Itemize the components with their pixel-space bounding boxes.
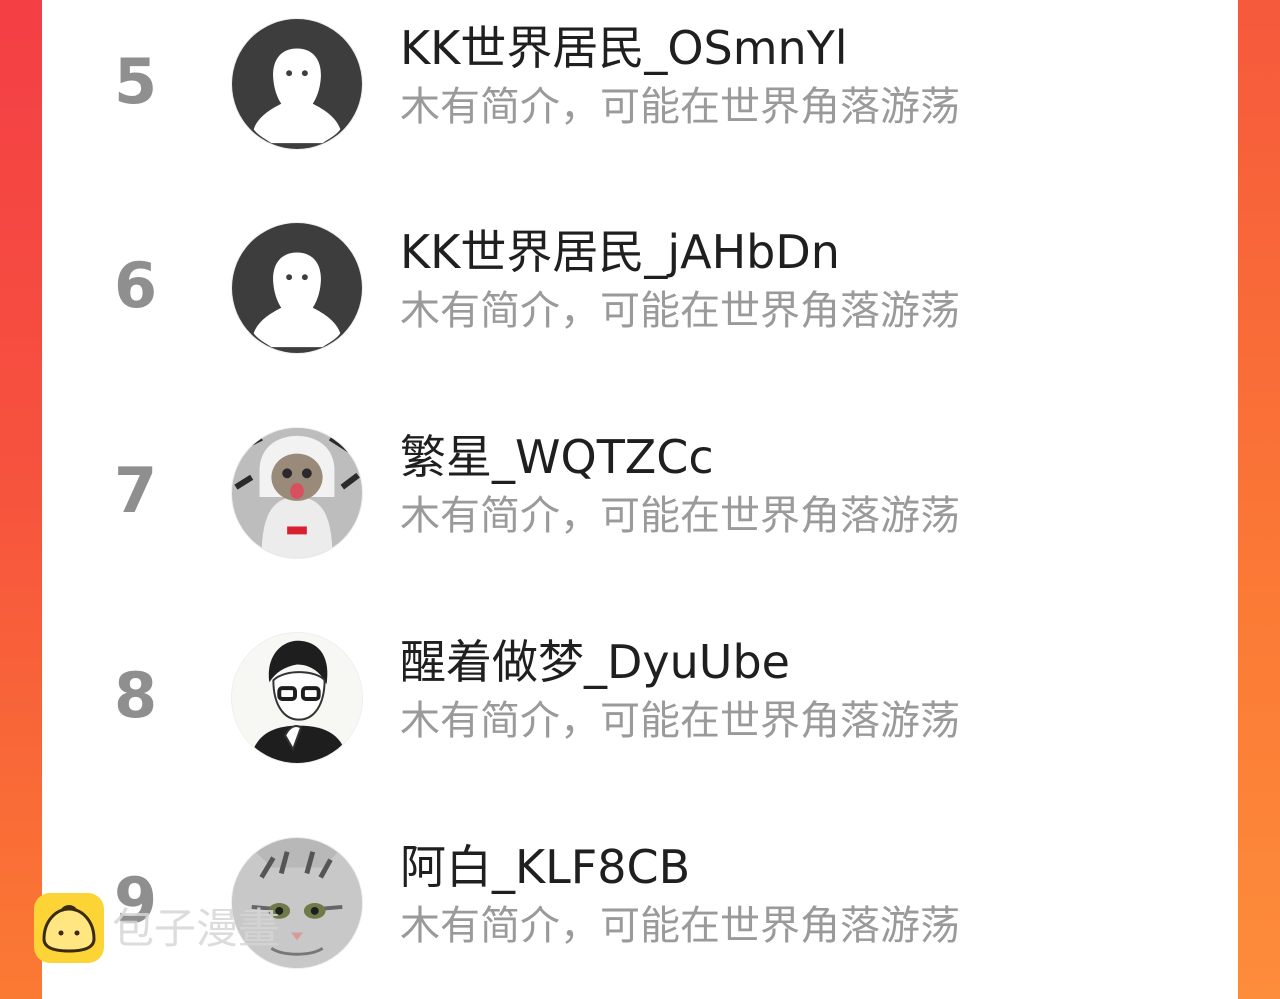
anime-boy-avatar-icon[interactable]: [231, 632, 363, 764]
list-item[interactable]: 7 繁星_WQTZCc 木有简介，可能在世界角落游荡: [42, 411, 1238, 581]
user-bio: 木有简介，可能在世界角落游荡: [400, 288, 960, 334]
list-item[interactable]: 5 KK世界居民_OSmnYl 木有简介，可能在世界角落游荡: [42, 2, 1238, 172]
rank-number: 7: [114, 454, 158, 527]
rank-number: 8: [114, 659, 158, 732]
user-bio: 木有简介，可能在世界角落游荡: [400, 698, 960, 744]
user-name[interactable]: 醒着做梦_DyuUbe: [400, 632, 790, 692]
cat-in-hoodie-avatar-icon[interactable]: [231, 427, 363, 559]
user-name[interactable]: KK世界居民_OSmnYl: [400, 18, 848, 78]
default-avatar-icon[interactable]: [231, 222, 363, 354]
user-bio: 木有简介，可能在世界角落游荡: [400, 903, 960, 949]
list-item[interactable]: 8 醒着做梦_DyuUbe 木有简介，可能在世界角落游荡: [42, 616, 1238, 786]
right-background-strip: [1238, 0, 1280, 999]
default-avatar-icon[interactable]: [231, 18, 363, 150]
ranking-list-panel: 5 KK世界居民_OSmnYl 木有简介，可能在世界角落游荡 6 KK世界居民_…: [42, 0, 1238, 999]
bun-logo-icon: [34, 893, 104, 963]
list-item[interactable]: 6 KK世界居民_jAHbDn 木有简介，可能在世界角落游荡: [42, 206, 1238, 376]
user-bio: 木有简介，可能在世界角落游荡: [400, 84, 960, 130]
rank-number: 5: [114, 45, 158, 118]
user-bio: 木有简介，可能在世界角落游荡: [400, 493, 960, 539]
user-name[interactable]: 繁星_WQTZCc: [400, 427, 714, 487]
user-name[interactable]: KK世界居民_jAHbDn: [400, 222, 840, 282]
watermark-text: 包子漫畫: [112, 904, 281, 953]
rank-number: 6: [114, 249, 158, 322]
user-name[interactable]: 阿白_KLF8CB: [400, 837, 690, 897]
